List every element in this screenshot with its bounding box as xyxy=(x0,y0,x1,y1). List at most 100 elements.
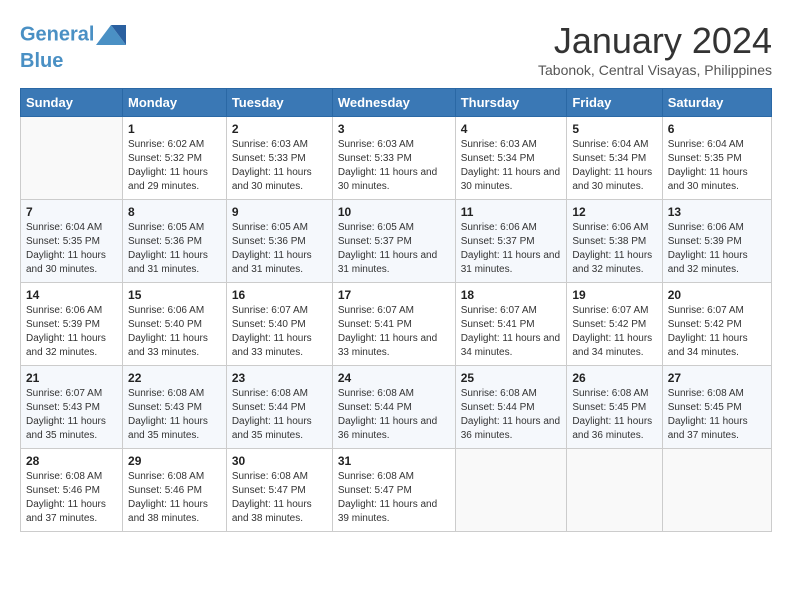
calendar-cell: 10 Sunrise: 6:05 AM Sunset: 5:37 PM Dayli… xyxy=(332,200,455,283)
calendar-week-row: 1Sunrise: 6:02 AM Sunset: 5:32 PM Daylig… xyxy=(21,117,772,200)
day-number: 28 xyxy=(26,454,117,468)
calendar-cell: 23 Sunrise: 6:08 AM Sunset: 5:44 PM Dayli… xyxy=(226,366,332,449)
calendar-cell: 6 Sunrise: 6:04 AM Sunset: 5:35 PM Daylig… xyxy=(662,117,771,200)
day-info: Sunrise: 6:08 AM Sunset: 5:47 PM Dayligh… xyxy=(232,470,327,526)
day-info: Sunrise: 6:08 AM Sunset: 5:45 PM Dayligh… xyxy=(668,387,766,443)
day-info: Sunrise: 6:03 AM Sunset: 5:33 PM Dayligh… xyxy=(232,138,327,194)
day-number: 18 xyxy=(461,288,562,302)
day-number: 7 xyxy=(26,205,117,219)
day-number: 17 xyxy=(338,288,450,302)
calendar-cell: 14 Sunrise: 6:06 AM Sunset: 5:39 PM Dayli… xyxy=(21,283,123,366)
day-info: Sunrise: 6:03 AM Sunset: 5:33 PM Dayligh… xyxy=(338,138,450,194)
calendar-cell: 24Sunrise: 6:08 AM Sunset: 5:44 PM Dayli… xyxy=(332,366,455,449)
day-number: 24 xyxy=(338,371,450,385)
calendar-cell: 12Sunrise: 6:06 AM Sunset: 5:38 PM Dayli… xyxy=(567,200,662,283)
calendar-week-row: 14 Sunrise: 6:06 AM Sunset: 5:39 PM Dayli… xyxy=(21,283,772,366)
day-number: 12 xyxy=(572,205,656,219)
day-number: 30 xyxy=(232,454,327,468)
calendar-cell: 27 Sunrise: 6:08 AM Sunset: 5:45 PM Dayli… xyxy=(662,366,771,449)
calendar-cell: 19 Sunrise: 6:07 AM Sunset: 5:42 PM Dayli… xyxy=(567,283,662,366)
day-info: Sunrise: 6:07 AM Sunset: 5:43 PM Dayligh… xyxy=(26,387,117,443)
calendar-cell: 30 Sunrise: 6:08 AM Sunset: 5:47 PM Dayli… xyxy=(226,449,332,532)
weekday-header-cell: Sunday xyxy=(21,89,123,117)
day-info: Sunrise: 6:07 AM Sunset: 5:40 PM Dayligh… xyxy=(232,304,327,360)
day-number: 29 xyxy=(128,454,221,468)
calendar-cell xyxy=(567,449,662,532)
month-title: January 2024 xyxy=(538,20,772,62)
day-info: Sunrise: 6:07 AM Sunset: 5:42 PM Dayligh… xyxy=(572,304,656,360)
day-info: Sunrise: 6:08 AM Sunset: 5:43 PM Dayligh… xyxy=(128,387,221,443)
calendar-cell: 20 Sunrise: 6:07 AM Sunset: 5:42 PM Dayli… xyxy=(662,283,771,366)
day-info: Sunrise: 6:08 AM Sunset: 5:47 PM Dayligh… xyxy=(338,470,450,526)
day-number: 27 xyxy=(668,371,766,385)
day-number: 5 xyxy=(572,122,656,136)
calendar-cell: 8 Sunrise: 6:05 AM Sunset: 5:36 PM Daylig… xyxy=(123,200,227,283)
day-number: 4 xyxy=(461,122,562,136)
day-number: 19 xyxy=(572,288,656,302)
day-number: 23 xyxy=(232,371,327,385)
calendar-table: SundayMondayTuesdayWednesdayThursdayFrid… xyxy=(20,88,772,532)
calendar-week-row: 7 Sunrise: 6:04 AM Sunset: 5:35 PM Daylig… xyxy=(21,200,772,283)
weekday-header-row: SundayMondayTuesdayWednesdayThursdayFrid… xyxy=(21,89,772,117)
calendar-cell: 31 Sunrise: 6:08 AM Sunset: 5:47 PM Dayli… xyxy=(332,449,455,532)
day-info: Sunrise: 6:06 AM Sunset: 5:39 PM Dayligh… xyxy=(668,221,766,277)
day-number: 6 xyxy=(668,122,766,136)
day-number: 9 xyxy=(232,205,327,219)
day-info: Sunrise: 6:06 AM Sunset: 5:37 PM Dayligh… xyxy=(461,221,562,277)
calendar-cell: 16 Sunrise: 6:07 AM Sunset: 5:40 PM Dayli… xyxy=(226,283,332,366)
day-info: Sunrise: 6:08 AM Sunset: 5:44 PM Dayligh… xyxy=(232,387,327,443)
day-number: 1 xyxy=(128,122,221,136)
logo-text: General Blue xyxy=(20,20,126,72)
day-number: 22 xyxy=(128,371,221,385)
calendar-cell xyxy=(455,449,567,532)
day-number: 26 xyxy=(572,371,656,385)
calendar-cell: 22 Sunrise: 6:08 AM Sunset: 5:43 PM Dayli… xyxy=(123,366,227,449)
day-info: Sunrise: 6:08 AM Sunset: 5:46 PM Dayligh… xyxy=(26,470,117,526)
day-number: 13 xyxy=(668,205,766,219)
calendar-cell: 2 Sunrise: 6:03 AM Sunset: 5:33 PM Daylig… xyxy=(226,117,332,200)
page-header: General Blue January 2024 Tabonok, Centr… xyxy=(20,20,772,78)
weekday-header-cell: Tuesday xyxy=(226,89,332,117)
calendar-cell: 11 Sunrise: 6:06 AM Sunset: 5:37 PM Dayli… xyxy=(455,200,567,283)
day-info: Sunrise: 6:08 AM Sunset: 5:46 PM Dayligh… xyxy=(128,470,221,526)
day-info: Sunrise: 6:04 AM Sunset: 5:35 PM Dayligh… xyxy=(668,138,766,194)
calendar-cell: 18 Sunrise: 6:07 AM Sunset: 5:41 PM Dayli… xyxy=(455,283,567,366)
day-info: Sunrise: 6:07 AM Sunset: 5:41 PM Dayligh… xyxy=(461,304,562,360)
day-info: Sunrise: 6:05 AM Sunset: 5:36 PM Dayligh… xyxy=(128,221,221,277)
day-info: Sunrise: 6:06 AM Sunset: 5:40 PM Dayligh… xyxy=(128,304,221,360)
title-block: January 2024 Tabonok, Central Visayas, P… xyxy=(538,20,772,78)
location-text: Tabonok, Central Visayas, Philippines xyxy=(538,62,772,78)
weekday-header-cell: Friday xyxy=(567,89,662,117)
day-number: 11 xyxy=(461,205,562,219)
day-number: 16 xyxy=(232,288,327,302)
day-number: 20 xyxy=(668,288,766,302)
day-info: Sunrise: 6:03 AM Sunset: 5:34 PM Dayligh… xyxy=(461,138,562,194)
weekday-header-cell: Saturday xyxy=(662,89,771,117)
day-info: Sunrise: 6:06 AM Sunset: 5:39 PM Dayligh… xyxy=(26,304,117,360)
day-info: Sunrise: 6:08 AM Sunset: 5:45 PM Dayligh… xyxy=(572,387,656,443)
day-number: 2 xyxy=(232,122,327,136)
calendar-cell: 26 Sunrise: 6:08 AM Sunset: 5:45 PM Dayli… xyxy=(567,366,662,449)
day-number: 25 xyxy=(461,371,562,385)
calendar-body: 1Sunrise: 6:02 AM Sunset: 5:32 PM Daylig… xyxy=(21,117,772,532)
day-number: 3 xyxy=(338,122,450,136)
day-number: 15 xyxy=(128,288,221,302)
day-number: 10 xyxy=(338,205,450,219)
day-info: Sunrise: 6:04 AM Sunset: 5:35 PM Dayligh… xyxy=(26,221,117,277)
day-info: Sunrise: 6:05 AM Sunset: 5:36 PM Dayligh… xyxy=(232,221,327,277)
calendar-cell: 29 Sunrise: 6:08 AM Sunset: 5:46 PM Dayli… xyxy=(123,449,227,532)
calendar-cell: 7 Sunrise: 6:04 AM Sunset: 5:35 PM Daylig… xyxy=(21,200,123,283)
calendar-cell: 21 Sunrise: 6:07 AM Sunset: 5:43 PM Dayli… xyxy=(21,366,123,449)
calendar-cell: 9 Sunrise: 6:05 AM Sunset: 5:36 PM Daylig… xyxy=(226,200,332,283)
day-number: 8 xyxy=(128,205,221,219)
calendar-cell: 5Sunrise: 6:04 AM Sunset: 5:34 PM Daylig… xyxy=(567,117,662,200)
day-number: 14 xyxy=(26,288,117,302)
day-info: Sunrise: 6:05 AM Sunset: 5:37 PM Dayligh… xyxy=(338,221,450,277)
day-info: Sunrise: 6:07 AM Sunset: 5:42 PM Dayligh… xyxy=(668,304,766,360)
day-number: 31 xyxy=(338,454,450,468)
day-number: 21 xyxy=(26,371,117,385)
calendar-cell xyxy=(21,117,123,200)
weekday-header-cell: Thursday xyxy=(455,89,567,117)
day-info: Sunrise: 6:08 AM Sunset: 5:44 PM Dayligh… xyxy=(461,387,562,443)
calendar-cell xyxy=(662,449,771,532)
